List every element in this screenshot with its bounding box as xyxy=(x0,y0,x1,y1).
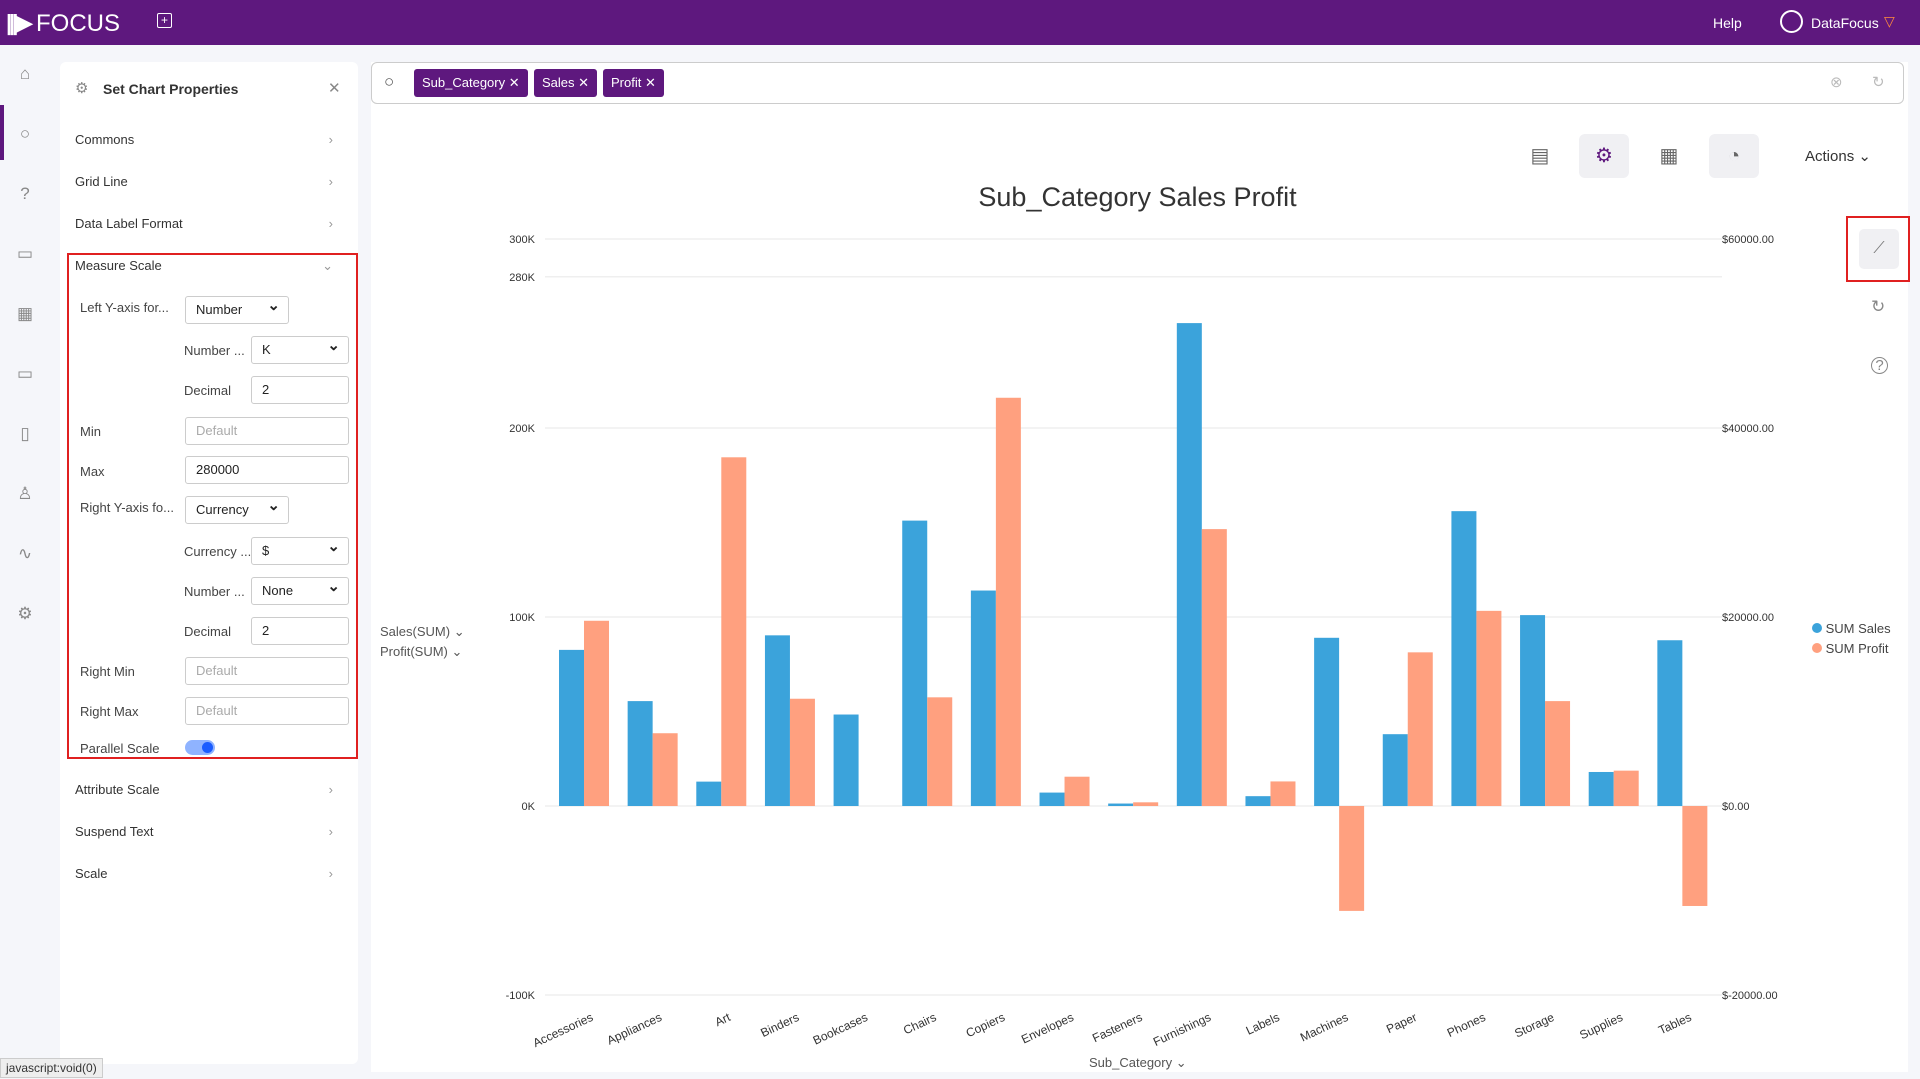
left-tick-label: 100K xyxy=(509,612,535,624)
x-tick-label: Machines xyxy=(1298,1010,1350,1044)
sales-bar xyxy=(1588,771,1614,806)
x-tick-label: Tables xyxy=(1656,1010,1693,1037)
x-tick-label: Appliances xyxy=(605,1010,664,1048)
sales-bar xyxy=(1314,637,1340,806)
profit-bar xyxy=(652,733,678,806)
left-tick-label: 300K xyxy=(509,234,535,246)
sales-bar xyxy=(1245,796,1271,806)
sales-bar xyxy=(1176,323,1202,806)
left-tick-label: 280K xyxy=(509,272,535,284)
x-tick-label: Supplies xyxy=(1577,1010,1625,1042)
profit-bar xyxy=(1613,770,1639,806)
x-tick-label: Envelopes xyxy=(1019,1010,1076,1046)
right-tick-label: $20000.00 xyxy=(1722,612,1774,624)
x-tick-label: Copiers xyxy=(964,1010,1007,1040)
x-tick-label: Labels xyxy=(1244,1010,1282,1038)
sales-bar xyxy=(902,520,928,806)
x-tick-label: Storage xyxy=(1512,1010,1556,1041)
left-tick-label: -100K xyxy=(506,990,536,1002)
x-tick-label: Art xyxy=(713,1010,733,1029)
left-tick-label: 200K xyxy=(509,423,535,435)
sales-bar xyxy=(970,590,996,806)
status-bar: javascript:void(0) xyxy=(0,1058,103,1078)
x-tick-label: Binders xyxy=(758,1010,801,1040)
bar-chart: 300K 280K 200K 100K 0K -100K $60000.00 $40000.0… xyxy=(506,234,1778,1050)
profit-bar xyxy=(789,698,815,806)
sales-bar xyxy=(627,701,653,806)
profit-bar xyxy=(1545,701,1571,806)
sales-bar xyxy=(1520,615,1546,806)
profit-bar xyxy=(1407,652,1433,806)
sales-bar xyxy=(1451,511,1477,806)
sales-bar xyxy=(1039,792,1065,806)
sales-bar xyxy=(696,781,722,806)
right-tick-label: $-20000.00 xyxy=(1722,990,1778,1002)
x-tick-label: Accessories xyxy=(531,1010,596,1050)
profit-bar xyxy=(995,397,1021,806)
right-tick-label: $0.00 xyxy=(1722,801,1750,813)
sales-bar xyxy=(833,714,859,806)
left-tick-label: 0K xyxy=(522,801,536,813)
right-tick-label: $60000.00 xyxy=(1722,234,1774,246)
profit-bar xyxy=(1201,529,1227,806)
profit-bar xyxy=(721,457,747,806)
sales-bar xyxy=(1382,734,1408,806)
right-tick-label: $40000.00 xyxy=(1722,423,1774,435)
sales-bar xyxy=(559,649,584,806)
x-tick-label: Bookcases xyxy=(811,1010,870,1047)
x-tick-label: Furnishings xyxy=(1151,1010,1213,1049)
profit-bar xyxy=(1476,610,1502,806)
profit-bar xyxy=(1064,776,1090,806)
sales-bar xyxy=(1657,640,1683,806)
profit-bar xyxy=(1339,806,1365,911)
profit-bar xyxy=(584,620,609,806)
profit-bar xyxy=(927,697,953,806)
x-tick-label: Chairs xyxy=(901,1010,938,1037)
x-tick-label: Paper xyxy=(1384,1010,1419,1036)
sales-bar xyxy=(1108,803,1134,806)
sales-bar xyxy=(764,635,790,806)
profit-bar xyxy=(1682,806,1708,906)
x-tick-label: Phones xyxy=(1445,1010,1488,1040)
profit-bar xyxy=(1133,802,1159,806)
profit-bar xyxy=(1270,781,1296,806)
x-tick-label: Fasteners xyxy=(1090,1010,1144,1045)
